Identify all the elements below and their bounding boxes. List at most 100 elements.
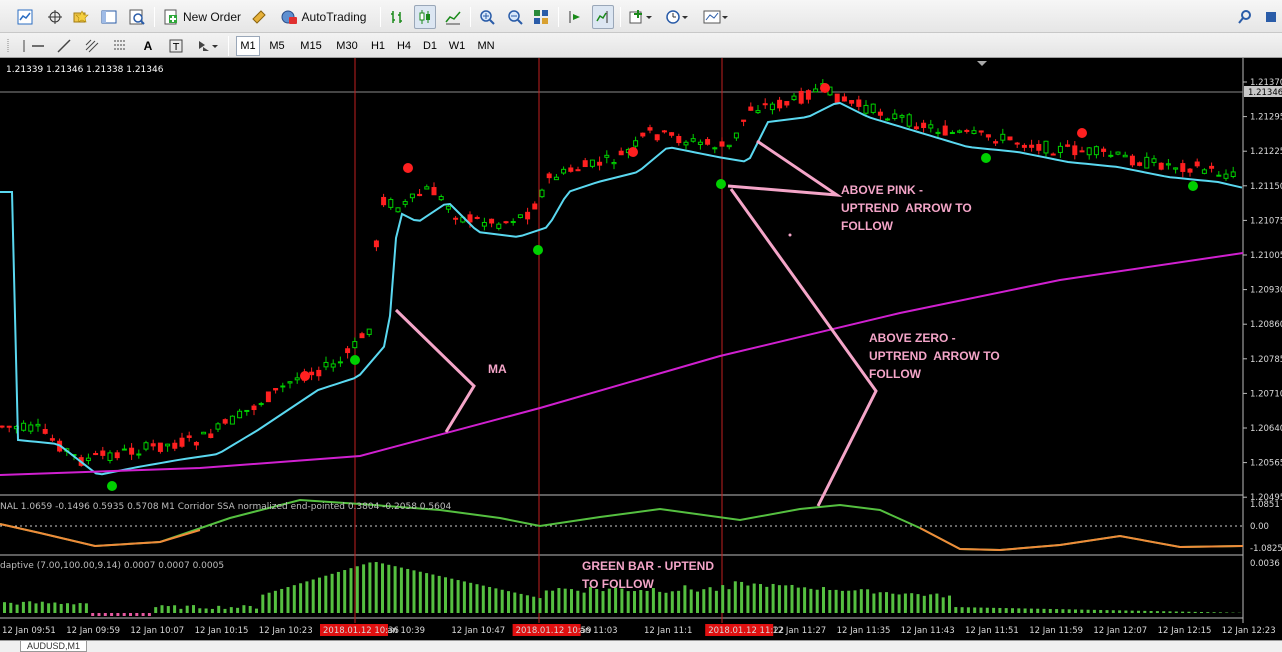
candlesticks-icon[interactable] [414,5,436,29]
candle-body [1043,140,1049,154]
current-price-label: 1.21346 [1248,88,1282,98]
text-tool-icon[interactable]: A [138,36,158,56]
toolbar-separator [380,7,381,27]
timeframe-w1[interactable]: W1 [444,36,470,56]
histogram-bar [645,590,649,613]
candle-body [49,438,55,441]
timeframe-h4[interactable]: H4 [392,36,416,56]
tile-windows-icon[interactable] [530,5,552,29]
fibonacci-icon[interactable] [110,36,130,56]
candle-body [978,130,984,133]
candle-body [748,106,754,111]
candle-body [1129,155,1135,166]
crosshair-profile-icon[interactable] [44,5,66,29]
candle-body [85,457,91,462]
toolbar-grip [4,36,12,56]
histogram-bar [204,608,208,613]
candle-body [1223,173,1229,179]
zoom-in-icon[interactable] [476,5,498,29]
toolbar-separator [470,7,471,27]
candle-body [150,443,156,447]
chart-tab[interactable]: AUDUSD,M1 [20,641,88,652]
timeframe-m1[interactable]: M1 [236,36,260,56]
community-icon[interactable] [1262,5,1280,29]
toolbar-separator [228,36,229,56]
histogram-bar [349,568,353,613]
candle-body [1007,136,1013,141]
indicators-dropdown-icon[interactable] [626,5,656,29]
histogram-bar [1042,608,1046,613]
candle-body [215,423,221,430]
line-chart-icon[interactable] [442,5,464,29]
market-watch-icon[interactable] [98,5,120,29]
histogram-bar [173,605,177,613]
candle-body [971,130,977,134]
meta-editor-icon[interactable] [248,5,270,29]
auto-scroll-icon[interactable] [564,5,586,29]
histogram-bar [292,585,296,613]
histogram-bar [658,591,662,613]
timeframe-h1[interactable]: H1 [366,36,390,56]
candle-body [741,119,747,122]
histogram-bar [84,603,88,613]
candle-body [589,159,595,167]
zoom-out-icon[interactable] [504,5,526,29]
histogram-bar [866,589,870,613]
candle-body [834,93,840,104]
histogram-bar [286,587,290,613]
time-axis-label: an 11:03 [580,626,618,636]
histogram-bar [399,567,403,613]
histogram-bar [1187,611,1191,613]
candle-body [935,131,941,134]
annotation-arrow-ma [394,308,476,433]
price-axis-label: 1.20640 [1250,424,1282,434]
arrows-dropdown-icon[interactable] [194,36,222,56]
periods-dropdown-icon[interactable] [662,5,692,29]
timeframe-m5[interactable]: M5 [262,36,292,56]
new-chart-icon[interactable] [14,5,36,29]
timeframe-mn[interactable]: MN [472,36,500,56]
candle-body [165,443,171,447]
candle-body [957,130,963,133]
candle-body [409,193,415,199]
histogram-bar [626,591,630,613]
candle-body [510,221,516,224]
templates-dropdown-icon[interactable] [700,5,732,29]
profiles-icon[interactable] [70,5,92,29]
candle-body [1115,151,1121,155]
channel-icon[interactable] [82,36,102,56]
trendline-icon[interactable] [54,36,74,56]
timeframe-m15[interactable]: M15 [294,36,328,56]
toolbar-separator [620,7,621,27]
histogram-bar [1212,612,1216,613]
candle-body [208,433,214,438]
candle-body [309,371,315,376]
candle-body [1137,162,1143,166]
navigator-icon[interactable] [126,5,148,29]
histogram-bar [280,588,284,613]
text-label-icon[interactable]: T [166,36,186,56]
candle-body [1029,144,1035,148]
bar-chart-icon[interactable] [386,5,408,29]
timeframe-d1[interactable]: D1 [418,36,442,56]
histogram-bar [759,584,762,613]
new-order-button[interactable]: New Order [160,5,244,29]
histogram-bar [362,564,366,613]
candle-body [849,100,855,104]
search-icon[interactable] [1234,5,1256,29]
candle-body [201,431,207,435]
horizontal-line-icon[interactable] [28,36,48,56]
chart-shift-icon[interactable] [592,5,614,29]
candle-body [244,409,250,412]
time-axis-label: 12 Jan 09:59 [66,626,120,636]
timeframe-m30[interactable]: M30 [330,36,364,56]
candle-body [388,199,394,208]
histogram-bar [733,581,737,613]
histogram-bar [1080,609,1084,613]
histogram-bar [777,585,781,613]
autotrading-button[interactable]: AutoTrading [274,5,372,29]
histogram-bar [664,592,668,613]
histogram-bar [236,607,240,613]
candle-body [568,167,574,172]
histogram-bar [740,581,744,613]
